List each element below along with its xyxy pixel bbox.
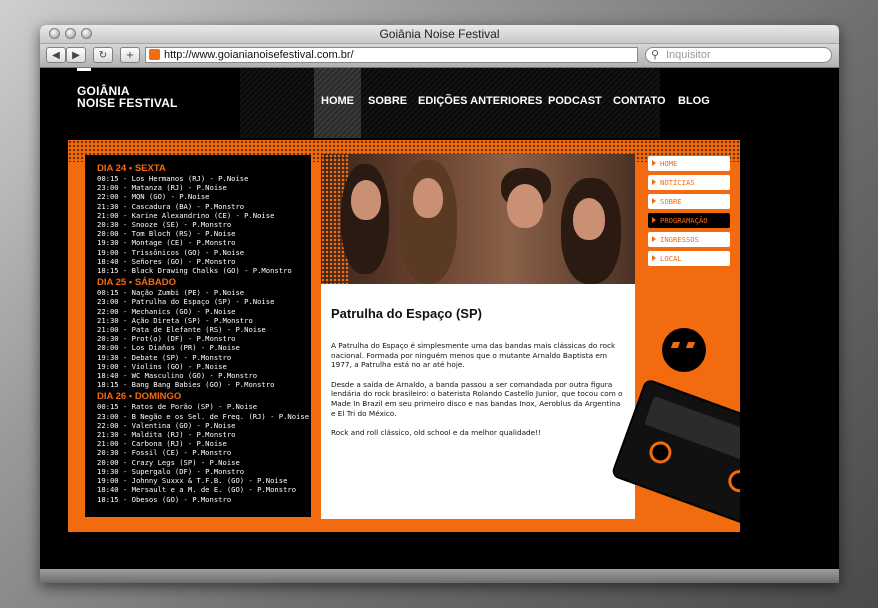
schedule-item[interactable]: 23:00 - Patrulha do Espaço (SP) - P.Nois… (97, 297, 311, 306)
schedule-item[interactable]: 18:15 - Black Drawing Chalks (GO) - P.Mo… (97, 266, 311, 275)
day-heading: DIA 24 • SEXTA (97, 163, 166, 174)
search-icon: ⚲ (651, 49, 660, 61)
side-menu-local[interactable]: LOCAL (648, 251, 730, 266)
day-heading: DIA 25 • SÁBADO (97, 277, 176, 289)
site-header: GOIÂNIA NOISE FESTIVAL HOME SOBRE EDIÇÕE… (40, 68, 839, 138)
band-photo (321, 154, 635, 284)
title-bar: Goiânia Noise Festival (40, 25, 839, 44)
schedule-item[interactable]: 19:00 - Johnny Suxxx & T.F.B. (GO) - P.N… (97, 476, 311, 485)
schedule-item[interactable]: 21:00 - Karine Alexandrino (CE) - P.Nois… (97, 211, 311, 220)
search-field[interactable]: ⚲ Inquisitor (645, 47, 832, 63)
article-paragraph: Rock and roll clássico, old school e da … (331, 428, 542, 438)
schedule-item[interactable]: 18:40 - Señores (GO) - P.Monstro (97, 257, 311, 266)
schedule-item[interactable]: 20:00 - Tom Bloch (RS) - P.Noise (97, 229, 311, 238)
schedule-item[interactable]: 20:00 - Crazy Legs (SP) - P.Noise (97, 458, 311, 467)
address-bar[interactable]: http://www.goianianoisefestival.com.br/ (145, 47, 638, 63)
window-title: Goiânia Noise Festival (379, 27, 500, 41)
nav-contato[interactable]: CONTATO (613, 95, 666, 107)
logo-bar (77, 68, 91, 71)
schedule-item[interactable]: 19:30 - Montage (CE) - P.Monstro (97, 238, 311, 247)
cassette-reel-right (725, 467, 740, 496)
side-menu-label: HOME (660, 159, 678, 168)
schedule-item[interactable]: 21:00 - Carbona (RJ) - P.Noise (97, 439, 311, 448)
band-member-1-face (351, 180, 381, 220)
schedule-item[interactable]: 18:15 - Bang Bang Babies (GO) - P.Monstr… (97, 380, 311, 389)
address-bar-text: http://www.goianianoisefestival.com.br/ (164, 49, 354, 61)
side-menu-noticias[interactable]: NOTÍCIAS (648, 175, 730, 190)
day-heading: DIA 26 • DOMINGO (97, 391, 182, 403)
schedule-item[interactable]: 18:40 - WC Masculino (GO) - P.Monstro (97, 371, 311, 380)
schedule-list: DIA 24 • SEXTA 00:15 - Los Hermanos (RJ)… (85, 155, 311, 517)
arrow-right-icon (652, 160, 656, 166)
add-bookmark-button[interactable]: + (120, 47, 140, 63)
site-logo[interactable]: GOIÂNIA NOISE FESTIVAL (77, 85, 178, 109)
search-placeholder: Inquisitor (666, 49, 711, 61)
band-article: Patrulha do Espaço (SP) A Patrulha do Es… (321, 284, 635, 519)
band-member-4-face (573, 198, 605, 240)
schedule-item[interactable]: 18:15 - Obesos (GO) - P.Monstro (97, 495, 311, 504)
forward-arrow-icon: ▶ (72, 49, 80, 61)
schedule-item[interactable]: 23:00 - B Negão e os Sel. de Freq. (RJ) … (97, 412, 311, 421)
schedule-item[interactable]: 22:00 - Valentina (GO) - P.Noise (97, 421, 311, 430)
reload-icon: ↻ (98, 49, 108, 61)
article-paragraph: A Patrulha do Espaço é simplesmente uma … (331, 341, 616, 370)
browser-toolbar: ◀ ▶ ↻ + http://www.goianianoisefestival.… (40, 44, 839, 68)
nav-podcast[interactable]: PODCAST (548, 95, 602, 107)
nav-blog[interactable]: BLOG (678, 95, 710, 107)
forward-button[interactable]: ▶ (66, 47, 86, 63)
schedule-item[interactable]: 00:15 - Nação Zumbi (PE) - P.Noise (97, 288, 311, 297)
article-paragraph: Desde a saída de Arnaldo, a banda passou… (331, 379, 623, 418)
schedule-item[interactable]: 00:15 - Los Hermanos (RJ) - P.Noise (97, 174, 311, 183)
side-menu-label: PROGRAMAÇÃO (660, 216, 708, 225)
side-menu-ingressos[interactable]: INGRESSOS (648, 232, 730, 247)
schedule-item[interactable]: 19:30 - Debate (SP) - P.Monstro (97, 353, 311, 362)
side-menu-home[interactable]: HOME (648, 156, 730, 171)
article-title: Patrulha do Espaço (SP) (331, 306, 482, 321)
side-menu: HOME NOTÍCIAS SOBRE PROGRAMAÇÃO INGRESSO… (648, 156, 730, 270)
back-arrow-icon: ◀ (52, 49, 60, 61)
back-button[interactable]: ◀ (46, 47, 66, 63)
schedule-item[interactable]: 19:00 - Violins (GO) - P.Noise (97, 362, 311, 371)
reload-button[interactable]: ↻ (93, 47, 113, 63)
side-menu-label: SOBRE (660, 197, 682, 206)
logo-line-2: NOISE FESTIVAL (77, 96, 178, 110)
schedule-item[interactable]: 20:30 - Fossil (CE) - P.Monstro (97, 448, 311, 457)
plus-icon: + (125, 49, 135, 61)
schedule-item[interactable]: 20:30 - Prot(o) (DF) - P.Monstro (97, 334, 311, 343)
arrow-right-icon (652, 255, 656, 261)
schedule-item[interactable]: 19:30 - Supergalo (DF) - P.Monstro (97, 467, 311, 476)
site-favicon-icon (149, 49, 160, 60)
schedule-item[interactable]: 22:00 - MQN (GO) - P.Noise (97, 192, 311, 201)
arrow-right-icon (652, 198, 656, 204)
arrow-right-icon (652, 179, 656, 185)
browser-window: Goiânia Noise Festival ◀ ▶ ↻ + http://ww… (40, 25, 839, 583)
schedule-item[interactable]: 18:40 - Mersault e a M. de E. (GO) - P.M… (97, 485, 311, 494)
schedule-item[interactable]: 00:15 - Ratos de Porão (SP) - P.Noise (97, 402, 311, 411)
schedule-item[interactable]: 21:30 - Maldita (RJ) - P.Monstro (97, 430, 311, 439)
side-menu-sobre[interactable]: SOBRE (648, 194, 730, 209)
schedule-item[interactable]: 20:00 - Los Diaños (PR) - P.Noise (97, 343, 311, 352)
schedule-item[interactable]: 22:00 - Mechanics (GO) - P.Noise (97, 307, 311, 316)
window-bottom-bar (40, 569, 839, 583)
schedule-item[interactable]: 21:00 - Pata de Elefante (RS) - P.Noise (97, 325, 311, 334)
content-panel: DIA 24 • SEXTA 00:15 - Los Hermanos (RJ)… (68, 140, 740, 532)
cassette-reel-left (646, 438, 675, 467)
pumpkin-illustration (662, 328, 706, 372)
arrow-right-icon (652, 236, 656, 242)
schedule-item[interactable]: 20:30 - Snooze (SE) - P.Monstro (97, 220, 311, 229)
arrow-right-icon (652, 217, 656, 223)
schedule-item[interactable]: 21:30 - Cascadura (BA) - P.Monstro (97, 202, 311, 211)
side-menu-programacao[interactable]: PROGRAMAÇÃO (648, 213, 730, 228)
nav-home[interactable]: HOME (321, 95, 354, 107)
side-menu-label: NOTÍCIAS (660, 178, 695, 187)
schedule-item[interactable]: 19:00 - Trissônicos (GO) - P.Noise (97, 248, 311, 257)
schedule-item[interactable]: 23:00 - Matanza (RJ) - P.Noise (97, 183, 311, 192)
side-menu-label: LOCAL (660, 254, 682, 263)
side-menu-label: INGRESSOS (660, 235, 699, 244)
nav-edicoes-anteriores[interactable]: EDIÇÕES ANTERIORES (418, 95, 542, 107)
band-member-2-face (413, 178, 443, 218)
schedule-item[interactable]: 21:30 - Ação Direta (SP) - P.Monstro (97, 316, 311, 325)
nav-sobre[interactable]: SOBRE (368, 95, 407, 107)
band-member-3-face (507, 184, 543, 228)
